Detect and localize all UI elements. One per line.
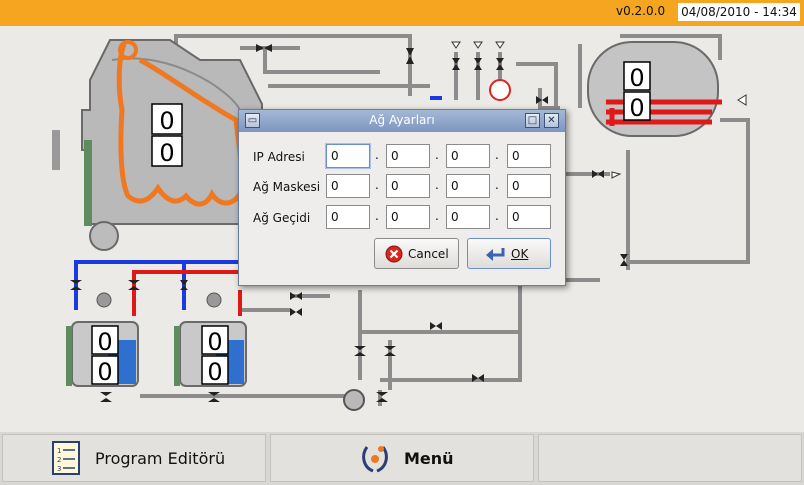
subnet-mask-label: Ağ Maskesi: [253, 180, 321, 194]
tank-left-gauge-bottom: 0: [97, 358, 112, 386]
octet-separator: .: [435, 209, 439, 223]
octet-separator: .: [495, 178, 499, 192]
program-editor-button[interactable]: 1 2 3 Program Editörü: [2, 434, 266, 482]
octet-separator: .: [495, 209, 499, 223]
octet-separator: .: [495, 148, 499, 162]
reactor-gauge-bottom: 0: [159, 139, 174, 167]
ok-label: OK: [511, 247, 529, 261]
program-list-icon: 1 2 3: [52, 441, 80, 475]
menu-button[interactable]: Menü: [270, 434, 534, 482]
octet-separator: .: [375, 209, 379, 223]
top-status-bar: v0.2.0.0 04/08/2010 - 14:34: [0, 0, 804, 26]
gateway-octet-1[interactable]: [326, 205, 370, 229]
menu-icon: [362, 446, 388, 473]
ip-address-octet-2[interactable]: [386, 144, 430, 168]
octet-separator: .: [375, 148, 379, 162]
subnet-mask-octet-1[interactable]: [326, 174, 370, 198]
cancel-icon: [385, 245, 403, 263]
subnet-mask-octet-3[interactable]: [446, 174, 490, 198]
datetime-display: 04/08/2010 - 14:34: [678, 3, 800, 21]
version-label: v0.2.0.0: [616, 4, 666, 18]
heater-tank-gauge-bottom: 0: [629, 94, 644, 122]
close-icon[interactable]: ✕: [544, 113, 559, 128]
heater-tank-gauge-top: 0: [629, 64, 644, 92]
ip-address-octet-4[interactable]: [507, 144, 551, 168]
tank-right-gauge-top: 0: [207, 328, 222, 356]
menu-label: Menü: [404, 449, 454, 468]
empty-nav-slot: [538, 434, 802, 482]
ip-address-octet-1[interactable]: [326, 144, 370, 168]
ip-address-label: IP Adresi: [253, 150, 305, 164]
octet-separator: .: [375, 178, 379, 192]
dialog-title: Ağ Ayarları: [369, 113, 435, 127]
network-settings-dialog: ▭ Ağ Ayarları □ ✕ IP Adresi . . . Ağ Mas…: [238, 109, 566, 286]
dialog-titlebar[interactable]: ▭ Ağ Ayarları □ ✕: [239, 110, 565, 132]
svg-text:2: 2: [57, 456, 61, 464]
svg-text:1: 1: [57, 447, 61, 455]
bottom-nav-bar: 1 2 3 Program Editörü Menü: [0, 432, 804, 485]
ok-button[interactable]: OK: [467, 238, 551, 269]
program-editor-label: Program Editörü: [95, 449, 226, 468]
gateway-octet-2[interactable]: [386, 205, 430, 229]
cancel-label: Cancel: [408, 247, 449, 261]
gateway-octet-3[interactable]: [446, 205, 490, 229]
gateway-label: Ağ Geçidi: [253, 211, 311, 225]
subnet-mask-octet-4[interactable]: [507, 174, 551, 198]
octet-separator: .: [435, 178, 439, 192]
cancel-button[interactable]: Cancel: [374, 238, 459, 269]
tank-right-gauge-bottom: 0: [207, 358, 222, 386]
subnet-mask-octet-2[interactable]: [386, 174, 430, 198]
gateway-octet-4[interactable]: [507, 205, 551, 229]
octet-separator: .: [435, 148, 439, 162]
enter-arrow-icon: [486, 248, 505, 261]
tank-left-gauge-top: 0: [97, 328, 112, 356]
ip-address-octet-3[interactable]: [446, 144, 490, 168]
reactor-gauge-top: 0: [159, 107, 174, 135]
maximize-icon[interactable]: □: [525, 113, 540, 128]
svg-text:3: 3: [57, 465, 61, 473]
